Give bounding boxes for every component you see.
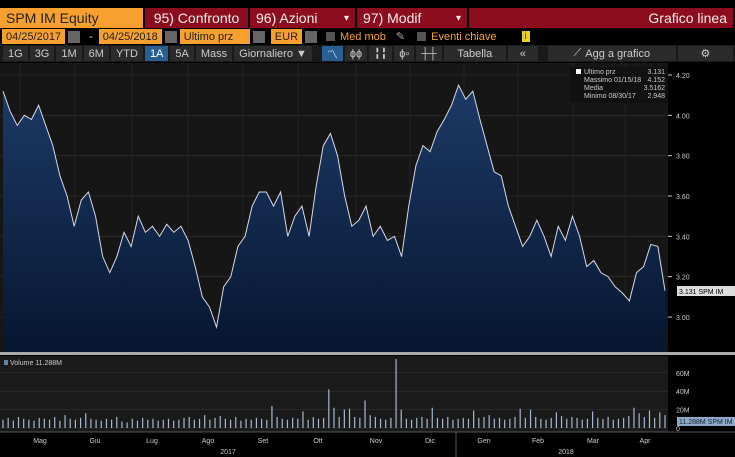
legend-min-label: Minimo 08/30/17 [584, 93, 636, 100]
range-3g[interactable]: 3G [29, 46, 55, 61]
last-volume-tag: 11.288M SPM IM [679, 419, 733, 426]
x-tick-label: Ott [313, 438, 322, 445]
x-tick-label: Mag [33, 438, 47, 445]
range-ytd[interactable]: YTD [110, 46, 143, 61]
x-tick-label: Dic [425, 438, 436, 445]
y-tick-label: 3.60 [676, 194, 690, 201]
add-to-chart-label: Agg a grafico [585, 47, 651, 60]
volume-tick-label: 20M [676, 408, 690, 415]
key-events-label: Eventi chiave [431, 30, 497, 43]
start-date-input[interactable]: 04/25/2017 [2, 29, 66, 44]
pencil-icon[interactable]: ✎ [396, 30, 405, 43]
year-label: 2018 [558, 449, 574, 456]
legend-max-label: Massimo 01/15/18 [584, 77, 641, 84]
legend-avg-label: Media [584, 85, 603, 92]
ohlc-icon[interactable]: ɸ▫ [394, 46, 415, 61]
y-tick-label: 3.80 [676, 154, 690, 161]
y-tick-label: 3.40 [676, 234, 690, 241]
volume-tick-label: 40M [676, 389, 690, 396]
x-tick-label: Giu [90, 438, 101, 445]
line-chart-icon[interactable]: 〽 [321, 46, 343, 61]
settings-icon[interactable]: ⚙ [677, 46, 733, 61]
range-1g[interactable]: 1G [3, 46, 28, 61]
currency-select[interactable]: EUR [270, 29, 303, 44]
actions-menu[interactable]: 96) Azioni ▾ [250, 8, 355, 28]
legend-last-value: 3.131 [647, 69, 665, 76]
dropdown-icon[interactable] [305, 30, 318, 43]
hlc-icon[interactable]: ┼┼ [416, 46, 442, 61]
range-6m[interactable]: 6M [83, 46, 109, 61]
x-tick-label: Ago [202, 438, 215, 445]
y-tick-label: 4.00 [676, 113, 690, 120]
legend-max-value: 4.152 [647, 77, 665, 84]
end-date-input[interactable]: 04/25/2018 [98, 29, 162, 44]
chart-type-title: Grafico linea [469, 8, 733, 28]
key-events-checkbox[interactable] [417, 32, 427, 41]
last-price-tag: 3.131 SPM IM [679, 289, 724, 296]
volume-legend: Volume 11.288M [10, 360, 62, 367]
range-5a[interactable]: 5A [170, 46, 194, 61]
x-tick-label: Gen [477, 438, 490, 445]
x-tick-label: Feb [532, 438, 544, 445]
ticker-field[interactable]: SPM IM Equity [0, 8, 143, 28]
controls-row: 04/25/2017 - 04/25/2018 Ultimo prz EUR M… [0, 28, 735, 45]
year-label: 2017 [220, 449, 236, 456]
x-tick-label: Lug [146, 438, 158, 445]
dropdown-icon[interactable] [252, 30, 265, 43]
calendar-icon[interactable] [164, 30, 177, 43]
y-tick-label: 4.20 [676, 73, 690, 80]
moving-avg-label: Med mob [340, 30, 386, 43]
add-to-chart-button[interactable]: ⟋ Agg a grafico [547, 46, 676, 61]
legend-min-value: 2.948 [647, 93, 665, 100]
actions-label: 96) Azioni [256, 10, 318, 26]
range-1m[interactable]: 1M [56, 46, 82, 61]
x-tick-label: Nov [370, 438, 383, 445]
compare-menu[interactable]: 95) Confronto [145, 8, 248, 28]
legend-last-label: Ultimo prz [584, 69, 616, 76]
calendar-icon[interactable] [68, 30, 81, 43]
edit-menu[interactable]: 97) Modif ▾ [357, 8, 467, 28]
range-1a[interactable]: 1A [144, 46, 169, 61]
pane-divider[interactable] [0, 352, 735, 355]
x-tick-label: Set [258, 438, 269, 445]
field-select[interactable]: Ultimo prz [179, 29, 250, 44]
period-select[interactable]: Giornaliero ▼ [234, 46, 312, 61]
date-separator: - [89, 30, 93, 43]
bar-chart-icon[interactable]: ╏╏ [369, 46, 393, 61]
x-tick-label: Mar [587, 438, 600, 445]
legend-avg-value: 3.5162 [644, 85, 666, 92]
table-button[interactable]: Tabella [443, 46, 506, 61]
collapse-button[interactable]: « [507, 46, 538, 61]
y-tick-label: 3.00 [676, 315, 690, 322]
dropdown-icon: ▾ [343, 12, 349, 24]
price-chart[interactable]: 4.204.003.803.603.403.203.00 60M40M20M0 … [0, 63, 735, 457]
add-chart-icon: ⟋ [573, 47, 582, 59]
dropdown-icon: ▾ [455, 12, 461, 24]
title-bar: SPM IM Equity 95) Confronto 96) Azioni ▾ … [0, 8, 735, 28]
edit-label: 97) Modif [363, 10, 422, 26]
range-mass[interactable]: Mass [195, 46, 233, 61]
candlestick-icon[interactable]: ɸɸ [344, 46, 368, 61]
volume-tick-label: 60M [676, 371, 690, 378]
y-tick-label: 3.20 [676, 275, 690, 282]
moving-avg-checkbox[interactable] [326, 32, 336, 41]
x-tick-label: Apr [640, 438, 652, 445]
info-icon[interactable]: i [521, 31, 530, 42]
toolbar: 1G 3G 1M 6M YTD 1A 5A Mass Giornaliero ▼ 〽 ɸɸ ╏… [0, 45, 735, 62]
